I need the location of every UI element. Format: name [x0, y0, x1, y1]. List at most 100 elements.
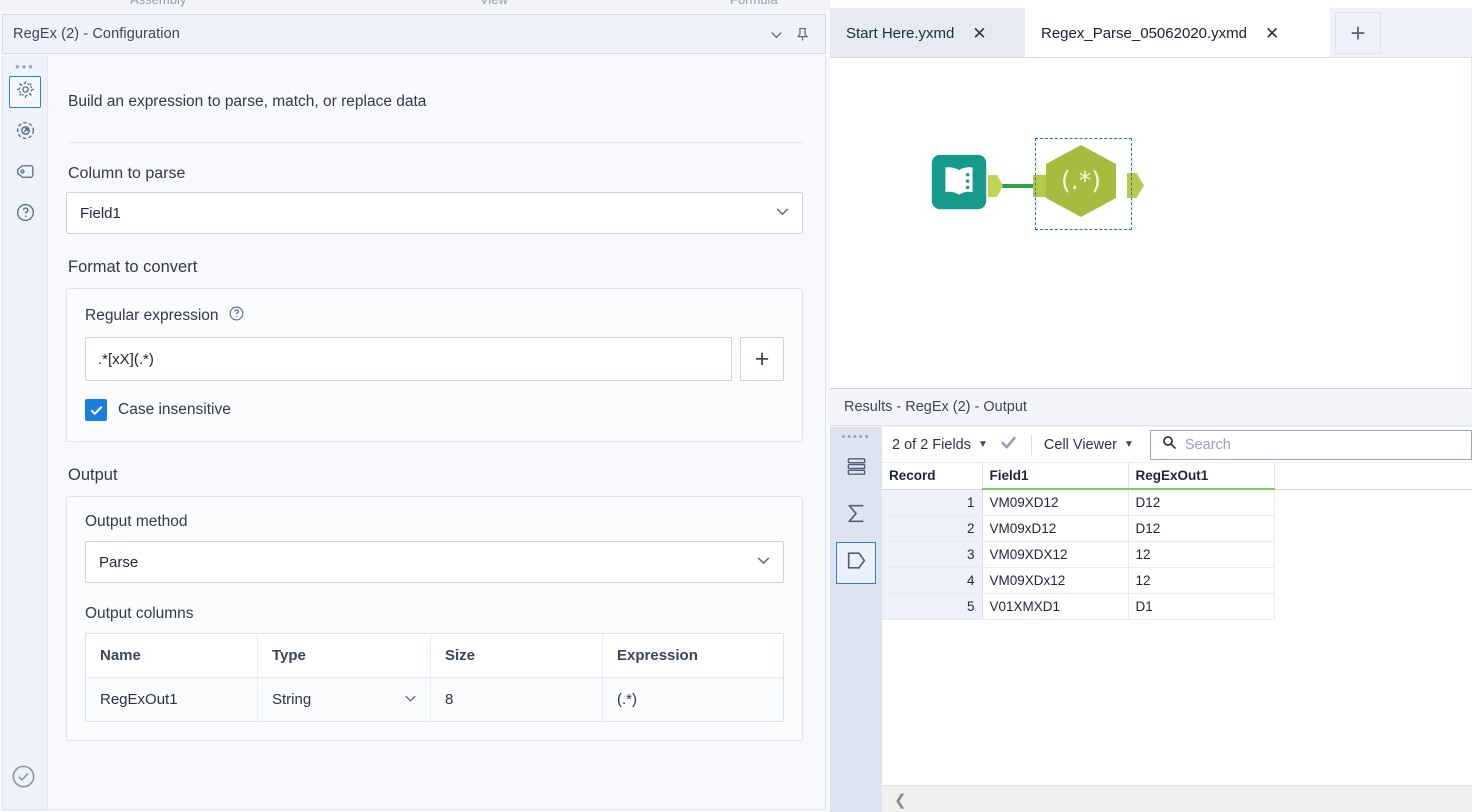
cell-filler: [1274, 489, 1472, 516]
sidebar-item-configuration[interactable]: [9, 76, 41, 108]
cell-field1[interactable]: VM09XD12: [982, 489, 1129, 516]
question-circle-icon[interactable]: [228, 305, 245, 327]
cell-regexout1[interactable]: 12: [1128, 567, 1275, 594]
output-anchor-icon: [844, 548, 869, 578]
tab-start-here[interactable]: Start Here.yxmd ✕: [830, 8, 1025, 58]
fields-label: 2 of 2 Fields: [892, 436, 971, 453]
column-header-size: Size: [430, 633, 603, 678]
cell-filler: [1274, 516, 1472, 542]
results-tab-data[interactable]: [836, 448, 876, 490]
results-tab-profile[interactable]: [836, 495, 876, 537]
output-columns-label: Output columns: [85, 605, 194, 622]
format-to-convert-label: Format to convert: [68, 258, 198, 276]
annotation-target-icon: [15, 120, 36, 146]
search-icon: [1161, 434, 1177, 455]
output-method-select[interactable]: Parse: [85, 541, 784, 583]
table-row[interactable]: 5 V01XMXD1 D1: [882, 593, 1472, 620]
table-row[interactable]: RegExOut1 String 8 (.*): [85, 677, 784, 722]
sidebar-item-annotation[interactable]: [9, 158, 41, 190]
ribbon-word: Formula: [730, 0, 778, 7]
column-header-name: Name: [85, 633, 258, 678]
add-expression-button[interactable]: +: [740, 337, 784, 381]
cell-size[interactable]: 8: [430, 677, 603, 722]
chevron-down-icon: [755, 552, 772, 573]
cell-filler: [1274, 594, 1472, 620]
rail-drag-handle[interactable]: •••: [15, 60, 35, 73]
close-icon[interactable]: ✕: [1265, 25, 1279, 42]
canvas-node-text-input[interactable]: [930, 153, 988, 216]
results-grid: Record Field1 RegExOut1 1 VM09XD12 D12 2…: [882, 463, 1472, 620]
table-row[interactable]: 3 VM09XDX12 12: [882, 541, 1472, 568]
table-row[interactable]: 2 VM09xD12 D12: [882, 515, 1472, 542]
cell-viewer-label: Cell Viewer: [1043, 436, 1117, 453]
case-insensitive-checkbox[interactable]: [85, 399, 107, 421]
canvas-node-regex[interactable]: (.*): [1038, 140, 1124, 227]
new-tab-button[interactable]: +: [1335, 12, 1381, 54]
horizontal-scrollbar[interactable]: ❮: [882, 785, 1472, 812]
results-body: ••••• 2 of 2 Fields ▼ Cell Viewer ▼ Sear…: [830, 427, 1472, 812]
book-icon: [930, 154, 988, 215]
cell-regexout1[interactable]: 12: [1128, 541, 1275, 568]
question-circle-icon: [15, 202, 36, 228]
cell-field1[interactable]: VM09XDX12: [982, 541, 1129, 568]
svg-text:(.*): (.*): [1061, 166, 1101, 195]
grid-header-field1[interactable]: Field1: [982, 463, 1129, 490]
case-insensitive-label: Case insensitive: [118, 401, 231, 418]
column-to-parse-select[interactable]: Field1: [66, 192, 803, 234]
cell-regexout1[interactable]: D12: [1128, 489, 1275, 516]
grid-header-record[interactable]: Record: [882, 463, 983, 490]
search-placeholder: Search: [1184, 436, 1231, 453]
toolbar-separator: [1030, 434, 1032, 455]
results-panel: Results - RegEx (2) - Output ••••• 2 of …: [830, 388, 1472, 812]
chevron-left-icon[interactable]: ❮: [894, 791, 907, 809]
checkmark-icon[interactable]: [998, 433, 1019, 457]
cell-record: 3: [882, 541, 983, 568]
chevron-down-icon: [403, 690, 418, 709]
output-anchor[interactable]: [988, 175, 1003, 197]
results-rail-drag-handle[interactable]: •••••: [841, 432, 870, 443]
results-toolbar: 2 of 2 Fields ▼ Cell Viewer ▼ Search: [882, 427, 1472, 463]
output-columns-table: Name Type Size Expression RegExOut1 Stri…: [85, 633, 784, 722]
results-tab-output[interactable]: [836, 542, 876, 584]
divider: [68, 142, 803, 143]
output-section-label: Output: [68, 466, 118, 484]
check-circle-icon: [10, 765, 37, 794]
cell-field1[interactable]: V01XMXD1: [982, 593, 1129, 620]
regex-hexagon-icon: (.*): [1038, 145, 1124, 226]
chevron-down-icon[interactable]: [763, 21, 789, 47]
table-row[interactable]: 1 VM09XD12 D12: [882, 489, 1472, 516]
plus-icon: +: [1350, 17, 1366, 48]
workflow-canvas[interactable]: (.*): [830, 58, 1472, 388]
results-icon-rail: •••••: [830, 427, 882, 812]
tab-regex-parse[interactable]: Regex_Parse_05062020.yxmd ✕: [1025, 8, 1330, 58]
table-row[interactable]: 4 VM09XDx12 12: [882, 567, 1472, 594]
output-method-label: Output method: [85, 513, 188, 530]
format-to-convert-card: Regular expression +: [66, 288, 803, 442]
results-panel-title: Results - RegEx (2) - Output: [830, 389, 1472, 426]
sidebar-item-runtime[interactable]: [9, 117, 41, 149]
tag-icon: [15, 161, 36, 187]
chevron-down-icon: [774, 203, 791, 224]
cell-regexout1[interactable]: D1: [1128, 593, 1275, 620]
grid-header-regexout1[interactable]: RegExOut1: [1128, 463, 1275, 490]
cell-field1[interactable]: VM09xD12: [982, 515, 1129, 542]
regular-expression-input[interactable]: [85, 337, 732, 381]
cell-regexout1[interactable]: D12: [1128, 515, 1275, 542]
sidebar-item-help[interactable]: [9, 199, 41, 231]
tool-description: Build an expression to parse, match, or …: [68, 93, 427, 110]
regular-expression-row: +: [85, 337, 784, 381]
cell-field1[interactable]: VM09XDx12: [982, 567, 1129, 594]
sigma-icon: [844, 501, 869, 531]
search-input[interactable]: Search: [1149, 429, 1472, 460]
pin-icon[interactable]: [789, 21, 815, 47]
fields-selector[interactable]: 2 of 2 Fields ▼: [892, 437, 988, 453]
cell-filler: [1274, 542, 1472, 568]
cell-type[interactable]: String: [257, 677, 431, 722]
grid-header-filler: [1274, 463, 1472, 490]
workflow-valid-status[interactable]: [10, 763, 37, 795]
cell-name[interactable]: RegExOut1: [85, 677, 258, 722]
tab-label: Regex_Parse_05062020.yxmd: [1041, 24, 1247, 42]
column-to-parse-value: Field1: [80, 204, 121, 222]
cell-viewer-selector[interactable]: Cell Viewer ▼: [1044, 437, 1134, 453]
close-icon[interactable]: ✕: [972, 25, 986, 42]
